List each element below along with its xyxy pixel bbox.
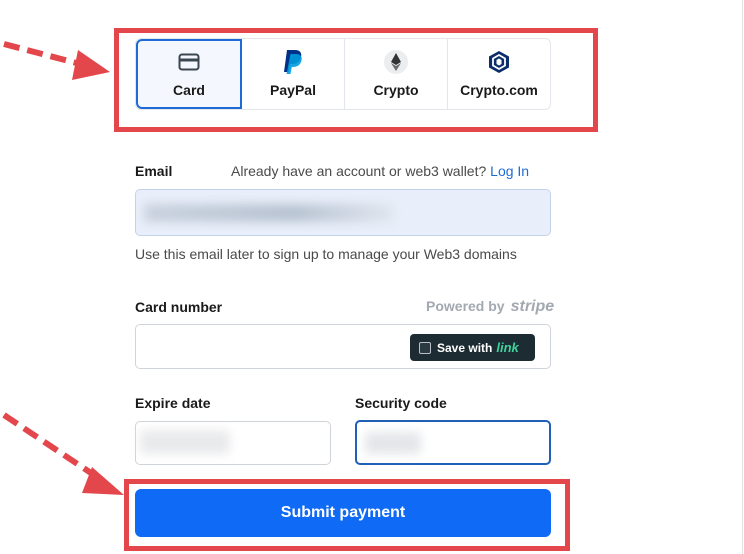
ethereum-icon bbox=[384, 50, 408, 74]
crypto-com-icon bbox=[487, 50, 511, 74]
email-label: Email bbox=[135, 163, 173, 179]
tab-card-label: Card bbox=[173, 82, 205, 98]
save-with-link-checkbox[interactable] bbox=[419, 341, 431, 354]
security-code-field[interactable] bbox=[355, 420, 551, 465]
email-hint: Use this email later to sign up to manag… bbox=[135, 246, 517, 262]
arrow-to-payment-methods bbox=[3, 41, 110, 80]
arrow-to-submit bbox=[2, 412, 124, 495]
security-code-label: Security code bbox=[355, 395, 447, 411]
powered-by-text: Powered by bbox=[426, 298, 505, 314]
tab-crypto-com[interactable]: Crypto.com bbox=[448, 39, 550, 109]
tab-crypto[interactable]: Crypto bbox=[345, 39, 448, 109]
save-with-link-button[interactable]: Save with link bbox=[410, 334, 535, 361]
email-field[interactable] bbox=[135, 189, 551, 236]
stripe-logo: stripe bbox=[510, 298, 555, 315]
expire-redacted-value bbox=[140, 430, 230, 454]
card-icon bbox=[177, 50, 201, 74]
paypal-icon bbox=[281, 50, 305, 74]
login-link[interactable]: Log In bbox=[490, 163, 529, 179]
account-prompt: Already have an account or web3 wallet? … bbox=[231, 163, 529, 179]
powered-by-stripe: Powered by stripe bbox=[426, 298, 554, 316]
expire-date-label: Expire date bbox=[135, 395, 211, 411]
security-redacted-value bbox=[365, 432, 421, 454]
email-redacted-value bbox=[144, 204, 394, 222]
tab-paypal-label: PayPal bbox=[270, 82, 316, 98]
tab-crypto-label: Crypto bbox=[373, 82, 419, 98]
page-edge-border bbox=[742, 0, 743, 554]
account-prompt-text: Already have an account or web3 wallet? bbox=[231, 163, 487, 179]
card-number-label: Card number bbox=[135, 299, 223, 315]
link-logo: link bbox=[496, 340, 519, 355]
payment-method-tabs: Card PayPal Crypto Crypto.com bbox=[135, 38, 551, 110]
submit-payment-button[interactable]: Submit payment bbox=[135, 489, 551, 537]
tab-paypal[interactable]: PayPal bbox=[242, 39, 345, 109]
save-with-text: Save with bbox=[437, 340, 493, 355]
tab-crypto-com-label: Crypto.com bbox=[460, 82, 538, 98]
expire-date-field[interactable] bbox=[135, 421, 331, 465]
tab-card[interactable]: Card bbox=[136, 39, 242, 109]
